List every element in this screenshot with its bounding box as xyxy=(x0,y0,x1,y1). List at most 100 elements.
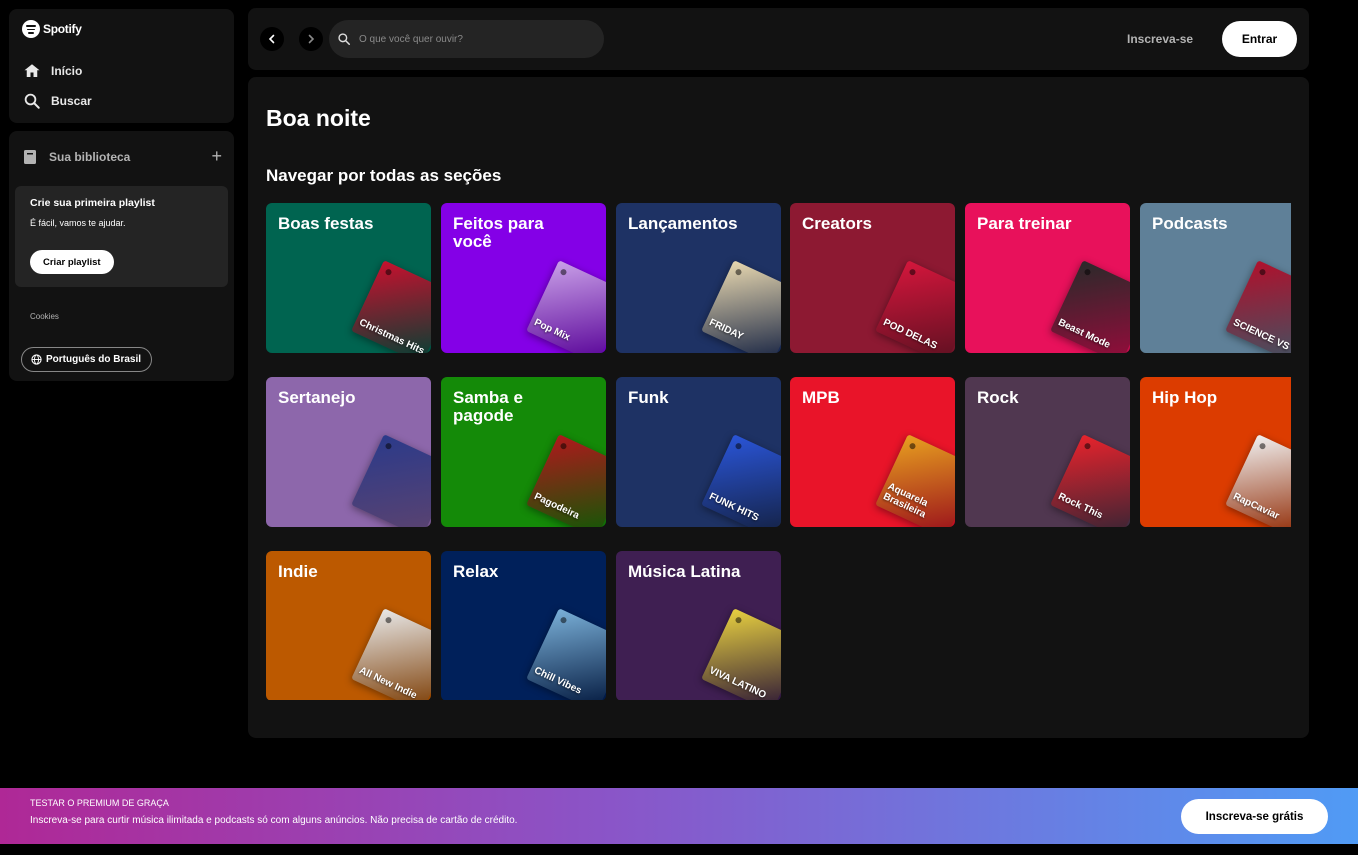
chevron-left-icon xyxy=(268,34,275,44)
library-header[interactable]: Sua biblioteca xyxy=(23,149,130,165)
spotify-badge-icon xyxy=(908,268,917,277)
sidebar-item-search[interactable]: Buscar xyxy=(23,92,92,110)
main-content: Boa noite Navegar por todas as seções Bo… xyxy=(248,77,1309,738)
signup-link[interactable]: Inscreva-se xyxy=(1127,32,1193,46)
search-input[interactable] xyxy=(359,33,579,45)
spotify-badge-icon xyxy=(1258,442,1267,451)
cover-text: SCIENCE VS xyxy=(1231,317,1291,353)
category-tile[interactable]: MPB Aquarela Brasileira xyxy=(790,377,955,527)
category-tile[interactable]: Hip Hop RapCaviar xyxy=(1140,377,1291,527)
category-tile-cover: Christmas Hits xyxy=(351,260,431,353)
category-tile-cover xyxy=(351,434,431,527)
sidebar-item-home[interactable]: Início xyxy=(23,62,82,80)
cover-text: Chill Vibes xyxy=(532,665,584,697)
spotify-badge-icon xyxy=(734,616,743,625)
plus-icon[interactable]: + xyxy=(211,147,222,165)
category-tile-cover: SCIENCE VS xyxy=(1225,260,1291,353)
category-tile-cover: Pop Mix xyxy=(526,260,606,353)
category-tile-label: Sertanejo xyxy=(278,388,356,407)
category-tile[interactable]: Relax Chill Vibes xyxy=(441,551,606,700)
category-tile[interactable]: Indie All New Indie xyxy=(266,551,431,700)
spotify-badge-icon xyxy=(559,442,568,451)
category-tile[interactable]: Creators POD DELAS xyxy=(790,203,955,353)
category-tile-label: Creators xyxy=(802,214,872,233)
category-tile[interactable]: Podcasts SCIENCE VS xyxy=(1140,203,1291,353)
cover-text: All New Indie xyxy=(357,665,419,700)
category-tile-cover: Pagodeira xyxy=(526,434,606,527)
category-tile-cover: VIVA LATINO xyxy=(701,608,781,700)
language-button[interactable]: Português do Brasil xyxy=(21,347,153,372)
category-tile-label: Hip Hop xyxy=(1152,388,1218,407)
search-icon xyxy=(338,33,351,46)
category-tile-label: Feitos para você xyxy=(453,214,544,251)
page-title: Boa noite xyxy=(266,105,371,131)
category-tile[interactable]: Música Latina VIVA LATINO xyxy=(616,551,781,700)
category-tile[interactable]: Funk FUNK HITS xyxy=(616,377,781,527)
card-subtitle: É fácil, vamos te ajudar. xyxy=(30,218,126,228)
category-tile-label: MPB xyxy=(802,388,840,407)
back-button[interactable] xyxy=(260,27,284,51)
home-icon xyxy=(24,64,40,77)
category-tile[interactable]: Boas festas Christmas Hits xyxy=(266,203,431,353)
category-tile-cover: Rock This xyxy=(1050,434,1130,527)
create-playlist-button[interactable]: Criar playlist xyxy=(30,250,114,274)
library-icon xyxy=(24,150,36,164)
cover-text: VIVA LATINO xyxy=(707,665,768,700)
cookies-link[interactable]: Cookies xyxy=(30,312,59,321)
category-tile-cover: Aquarela Brasileira xyxy=(875,434,955,527)
category-tile-label: Indie xyxy=(278,562,318,581)
banner-eyebrow: TESTAR O PREMIUM DE GRAÇA xyxy=(30,798,169,808)
category-tile[interactable]: Rock Rock This xyxy=(965,377,1130,527)
spotify-badge-icon xyxy=(734,442,743,451)
category-tile-label: Para treinar xyxy=(977,214,1072,233)
category-tile[interactable]: Lançamentos FRIDAY xyxy=(616,203,781,353)
category-grid: Boas festas Christmas Hits Feitos para voc… xyxy=(266,203,1291,700)
cover-text: POD DELAS xyxy=(881,317,939,352)
signup-free-button[interactable]: Inscreva-se grátis xyxy=(1181,799,1328,834)
spotify-logo-icon xyxy=(22,20,40,38)
card-title: Crie sua primeira playlist xyxy=(30,197,155,209)
spotify-app: Spotify Início Buscar Sua biblioteca + C… xyxy=(0,0,1358,855)
cover-text: Rock This xyxy=(1056,491,1105,522)
globe-icon xyxy=(31,354,42,365)
section-title: Navegar por todas as seções xyxy=(266,166,502,185)
category-tile-cover: All New Indie xyxy=(351,608,431,700)
category-tile[interactable]: Feitos para você Pop Mix xyxy=(441,203,606,353)
sidebar-library: Sua biblioteca + Crie sua primeira playl… xyxy=(9,131,234,381)
spotify-badge-icon xyxy=(908,442,917,451)
premium-banner[interactable]: TESTAR O PREMIUM DE GRAÇA Inscreva-se pa… xyxy=(0,788,1358,844)
spotify-badge-icon xyxy=(384,268,393,277)
spotify-logo[interactable]: Spotify xyxy=(22,20,82,38)
cover-text: FUNK HITS xyxy=(707,491,761,524)
forward-button[interactable] xyxy=(299,27,323,51)
cover-text: Christmas Hits xyxy=(357,317,426,353)
cover-text: RapCaviar xyxy=(1231,491,1281,523)
category-tile[interactable]: Para treinar Beast Mode xyxy=(965,203,1130,353)
search-bar[interactable] xyxy=(329,20,604,58)
login-button[interactable]: Entrar xyxy=(1222,21,1297,57)
brand-name: Spotify xyxy=(43,22,82,36)
spotify-badge-icon xyxy=(384,616,393,625)
spotify-badge-icon xyxy=(559,268,568,277)
category-tile[interactable]: Sertanejo xyxy=(266,377,431,527)
category-tile-label: Boas festas xyxy=(278,214,374,233)
category-tile[interactable]: Samba e pagode Pagodeira xyxy=(441,377,606,527)
category-tile-cover: Chill Vibes xyxy=(526,608,606,700)
cover-text: FRIDAY xyxy=(707,317,745,343)
category-tile-cover: FRIDAY xyxy=(701,260,781,353)
spotify-badge-icon xyxy=(384,442,393,451)
library-title: Sua biblioteca xyxy=(49,150,131,164)
create-playlist-card: Crie sua primeira playlist É fácil, vamo… xyxy=(15,186,228,287)
category-tile-label: Relax xyxy=(453,562,499,581)
search-icon xyxy=(24,93,40,109)
spotify-badge-icon xyxy=(734,268,743,277)
cover-text: Aquarela Brasileira xyxy=(881,481,930,521)
category-tile-cover: POD DELAS xyxy=(875,260,955,353)
sidebar-item-label: Início xyxy=(51,64,83,78)
category-tile-label: Funk xyxy=(628,388,669,407)
cover-text: Beast Mode xyxy=(1056,317,1112,351)
category-tile-label: Rock xyxy=(977,388,1019,407)
language-label: Português do Brasil xyxy=(46,354,142,365)
spotify-badge-icon xyxy=(559,616,568,625)
category-tile-label: Podcasts xyxy=(1152,214,1228,233)
